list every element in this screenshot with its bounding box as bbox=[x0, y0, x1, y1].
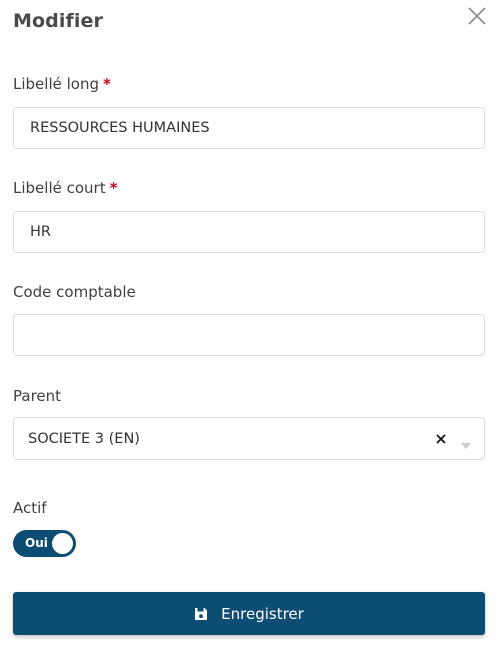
libelle-court-input[interactable] bbox=[13, 211, 485, 253]
floppy-disk-icon bbox=[194, 607, 208, 621]
libelle-long-input[interactable] bbox=[13, 107, 485, 149]
toggle-knob bbox=[52, 533, 73, 554]
close-icon bbox=[468, 7, 486, 25]
close-button[interactable] bbox=[467, 6, 487, 26]
actif-toggle[interactable]: Oui bbox=[13, 530, 76, 557]
save-button[interactable]: Enregistrer bbox=[13, 592, 485, 635]
dialog-title: Modifier bbox=[13, 10, 103, 32]
code-comptable-input[interactable] bbox=[13, 314, 485, 356]
libelle-long-label: Libellé long * bbox=[13, 75, 111, 93]
parent-select-value: SOCIETE 3 (EN) bbox=[28, 430, 140, 447]
toggle-text: Oui bbox=[25, 536, 48, 550]
libelle-long-label-text: Libellé long bbox=[13, 75, 99, 93]
libelle-court-label: Libellé court * bbox=[13, 179, 117, 197]
libelle-court-label-text: Libellé court bbox=[13, 179, 106, 197]
save-button-label: Enregistrer bbox=[221, 604, 304, 623]
parent-label: Parent bbox=[13, 387, 62, 405]
clear-x-icon[interactable] bbox=[434, 432, 448, 446]
parent-select[interactable]: SOCIETE 3 (EN) bbox=[13, 417, 485, 460]
actif-label: Actif bbox=[13, 499, 47, 517]
required-marker: * bbox=[102, 75, 111, 93]
code-comptable-label: Code comptable bbox=[13, 283, 136, 301]
caret-down-icon bbox=[460, 435, 472, 449]
edit-dialog: Modifier Libellé long* Libellé court* Co… bbox=[0, 0, 498, 650]
required-marker: * bbox=[109, 179, 118, 197]
